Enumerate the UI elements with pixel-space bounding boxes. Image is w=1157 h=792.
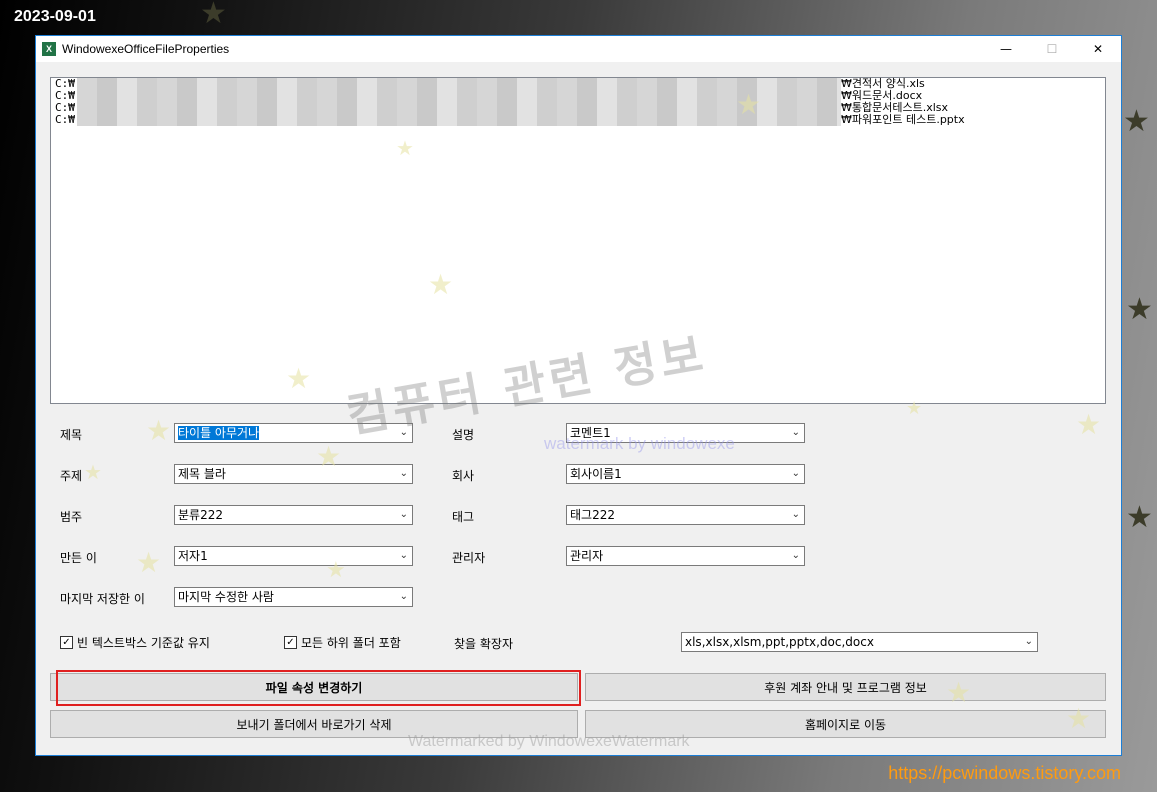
minimize-button[interactable]: — <box>983 36 1029 62</box>
background-star-icon: ★ <box>200 0 227 31</box>
watermark-bottom: Watermarked by WindowexeWatermark <box>408 733 690 750</box>
path-redaction-mask <box>77 78 841 90</box>
last-saved-by-label: 마지막 저장한 이 <box>60 592 145 606</box>
tags-label: 태그 <box>452 510 475 524</box>
file-list-item[interactable]: C:₩ ₩견적서 양식.xls <box>51 78 1105 90</box>
path-redaction-mask <box>77 90 841 102</box>
keep-empty-default-checkbox[interactable]: ✓ 빈 텍스트박스 기준값 유지 <box>60 634 210 651</box>
app-window: X WindowexeOfficeFileProperties — ☐ ✕ C:… <box>35 35 1122 756</box>
category-combo[interactable]: 분류222 ⌄ <box>174 505 413 525</box>
include-subfolders-label: 모든 하위 폴더 포함 <box>301 636 401 650</box>
file-name: ₩파워포인트 테스트.pptx <box>841 113 965 126</box>
watermark-star-icon: ★ <box>396 136 414 160</box>
window-title: WindowexeOfficeFileProperties <box>62 42 230 56</box>
watermark-star-icon: ★ <box>84 460 102 484</box>
company-value: 회사이름1 <box>570 467 622 481</box>
title-label: 제목 <box>60 428 83 442</box>
chevron-down-icon[interactable]: ⌄ <box>792 424 800 442</box>
extensions-label: 찾을 확장자 <box>454 637 514 651</box>
company-label: 회사 <box>452 469 475 483</box>
watermark-star-icon: ★ <box>946 676 972 709</box>
watermark-star-icon: ★ <box>316 440 342 473</box>
manager-value: 관리자 <box>570 549 604 563</box>
chevron-down-icon[interactable]: ⌄ <box>1025 633 1033 651</box>
file-list-item[interactable]: C:₩ ₩파워포인트 테스트.pptx <box>51 114 1105 126</box>
title-value: 타이틀 아무거나 <box>178 426 260 440</box>
tags-combo[interactable]: 태그222 ⌄ <box>566 505 805 525</box>
include-subfolders-checkbox[interactable]: ✓ 모든 하위 폴더 포함 <box>284 634 401 651</box>
chevron-down-icon[interactable]: ⌄ <box>792 465 800 483</box>
checkbox-checked-icon[interactable]: ✓ <box>60 636 73 649</box>
chevron-down-icon[interactable]: ⌄ <box>792 547 800 565</box>
chevron-down-icon[interactable]: ⌄ <box>400 506 408 524</box>
background-star-icon: ★ <box>1123 104 1150 139</box>
background-star-icon: ★ <box>1126 292 1153 327</box>
watermark-star-icon: ★ <box>136 546 162 579</box>
background-star-icon: ★ <box>1126 500 1153 535</box>
keep-empty-default-label: 빈 텍스트박스 기준값 유지 <box>77 636 210 650</box>
donation-info-button[interactable]: 후원 계좌 안내 및 프로그램 정보 <box>585 673 1106 701</box>
watermark-star-icon: ★ <box>326 558 346 583</box>
highlight-box <box>56 670 581 706</box>
path-redaction-mask <box>77 114 841 126</box>
chevron-down-icon[interactable]: ⌄ <box>792 506 800 524</box>
category-label: 범주 <box>60 510 83 524</box>
author-label: 만든 이 <box>60 551 97 565</box>
company-combo[interactable]: 회사이름1 ⌄ <box>566 464 805 484</box>
watermark-star-icon: ★ <box>736 88 762 121</box>
subject-value: 제목 블라 <box>178 467 226 481</box>
watermark-star-icon: ★ <box>428 268 454 301</box>
last-saved-by-value: 마지막 수정한 사람 <box>178 590 274 604</box>
author-combo[interactable]: 저자1 ⌄ <box>174 546 413 566</box>
chevron-down-icon[interactable]: ⌄ <box>400 588 408 606</box>
watermark-sub: watermark by windowexe <box>544 434 735 453</box>
watermark-star-icon: ★ <box>146 414 172 447</box>
extensions-combo[interactable]: xls,xlsx,xlsm,ppt,pptx,doc,docx ⌄ <box>681 632 1038 652</box>
chevron-down-icon[interactable]: ⌄ <box>400 465 408 483</box>
date-label: 2023-09-01 <box>14 8 96 25</box>
site-url[interactable]: https://pcwindows.tistory.com <box>888 763 1121 784</box>
watermark-star-icon: ★ <box>906 398 923 419</box>
chevron-down-icon[interactable]: ⌄ <box>400 547 408 565</box>
watermark-star-icon: ★ <box>286 362 312 395</box>
tags-value: 태그222 <box>570 508 615 522</box>
file-path-prefix: C:₩ <box>55 113 75 126</box>
category-value: 분류222 <box>178 508 223 522</box>
last-saved-by-combo[interactable]: 마지막 수정한 사람 ⌄ <box>174 587 413 607</box>
watermark-star-icon: ★ <box>1076 408 1102 441</box>
title-bar[interactable]: X WindowexeOfficeFileProperties — ☐ ✕ <box>36 36 1121 62</box>
close-button[interactable]: ✕ <box>1075 36 1121 62</box>
path-redaction-mask <box>77 102 841 114</box>
maximize-button[interactable]: ☐ <box>1029 36 1075 62</box>
manager-combo[interactable]: 관리자 ⌄ <box>566 546 805 566</box>
comments-label: 설명 <box>452 428 475 442</box>
manager-label: 관리자 <box>452 551 486 565</box>
excel-icon: X <box>42 42 56 56</box>
checkbox-checked-icon[interactable]: ✓ <box>284 636 297 649</box>
author-value: 저자1 <box>178 549 208 563</box>
subject-label: 주제 <box>60 469 83 483</box>
extensions-value: xls,xlsx,xlsm,ppt,pptx,doc,docx <box>685 635 874 649</box>
watermark-star-icon: ★ <box>1066 702 1092 735</box>
subject-combo[interactable]: 제목 블라 ⌄ <box>174 464 413 484</box>
